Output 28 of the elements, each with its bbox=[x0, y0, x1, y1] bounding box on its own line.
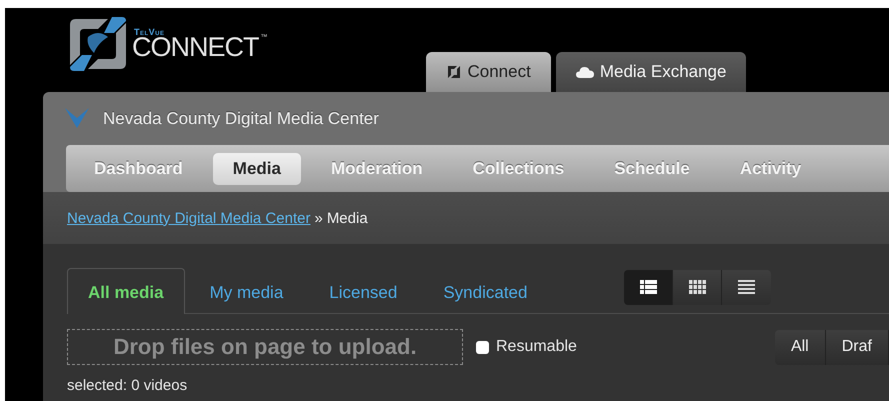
view-mode-button[interactable] bbox=[624, 270, 674, 304]
nav-item[interactable]: Media bbox=[212, 152, 301, 184]
list-icon bbox=[640, 280, 657, 294]
media-tab[interactable]: Syndicated bbox=[422, 268, 548, 314]
cloud-icon bbox=[576, 66, 594, 78]
logo-brand: TelVue bbox=[134, 27, 165, 37]
checkbox-label: Resumable bbox=[496, 338, 577, 356]
app-tab[interactable]: Media Exchange bbox=[556, 52, 746, 92]
swirl-icon bbox=[446, 64, 462, 80]
selection-status: selected: 0 videos bbox=[67, 377, 188, 394]
resumable-checkbox[interactable] bbox=[476, 340, 489, 354]
view-mode-button[interactable] bbox=[673, 270, 722, 304]
view-mode-button[interactable] bbox=[722, 270, 772, 304]
media-tab[interactable]: Licensed bbox=[308, 268, 418, 314]
filter-button[interactable]: Draf bbox=[826, 330, 889, 364]
media-tab[interactable]: All media bbox=[67, 268, 185, 314]
breadcrumb-link[interactable]: Nevada County Digital Media Center bbox=[67, 210, 310, 226]
breadcrumb-current: Media bbox=[326, 210, 368, 226]
drop-zone[interactable]: Drop files on page to upload. bbox=[67, 329, 463, 365]
media-tab[interactable]: My media bbox=[188, 268, 304, 314]
filter-button[interactable]: All bbox=[774, 330, 826, 364]
logo-icon bbox=[68, 15, 128, 73]
lines-icon bbox=[738, 280, 756, 294]
app-tab[interactable]: Connect bbox=[426, 52, 551, 92]
grid-icon bbox=[688, 280, 706, 294]
breadcrumb-separator: » bbox=[314, 210, 323, 226]
chevron-icon bbox=[65, 108, 89, 130]
site-title: Nevada County Digital Media Center bbox=[103, 108, 379, 128]
